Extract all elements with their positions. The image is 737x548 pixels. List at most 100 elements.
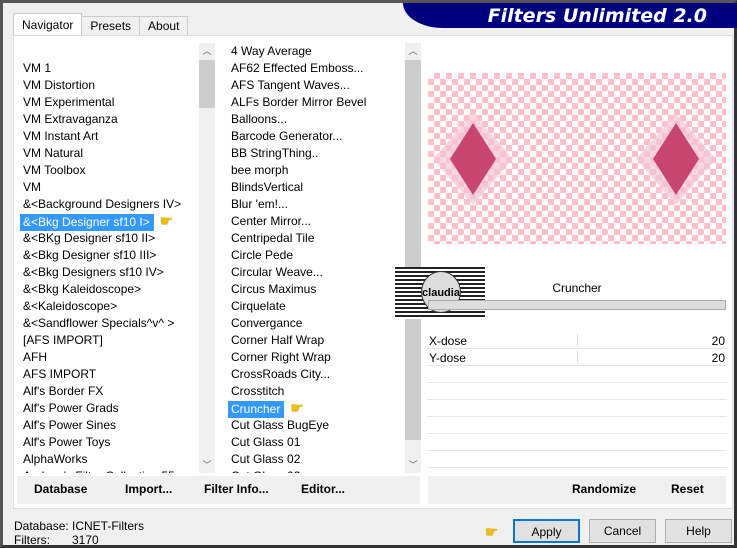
list-item[interactable]: AF62 Effected Emboss... — [227, 60, 405, 77]
list-item-label: Cut Glass 03 — [231, 469, 300, 473]
list-item[interactable]: &<Kaleidoscope> — [19, 298, 199, 315]
list-item[interactable]: AFS IMPORT — [19, 366, 199, 383]
tab-presets[interactable]: Presets — [81, 16, 141, 36]
list-item-label: Corner Right Wrap — [231, 350, 331, 364]
list-item[interactable]: Convergance — [227, 315, 405, 332]
tab-about[interactable]: About — [139, 16, 189, 36]
database-button[interactable]: Database — [34, 482, 87, 496]
param-row-empty — [427, 434, 727, 451]
list-item-label: Circle Pede — [231, 248, 294, 262]
tab-navigator[interactable]: Navigator — [13, 13, 83, 36]
apply-button[interactable]: Apply — [513, 519, 580, 543]
filter-name: Cruncher — [552, 281, 602, 295]
pointing-hand-icon: ☛ — [159, 213, 174, 230]
list-item-label: CrossRoads City... — [231, 367, 331, 381]
list-item[interactable]: Cruncher ☛ — [227, 400, 405, 418]
list-item[interactable]: Alf's Power Toys — [19, 434, 199, 451]
list-item[interactable]: &<BKg Designer sf10 II> — [19, 230, 199, 247]
category-scrollbar[interactable]: ︿ ﹀ — [199, 43, 215, 473]
category-list[interactable]: VM 1 VM Distortion VM Experimental VM Extra… — [19, 43, 199, 473]
list-item[interactable]: Cut Glass 02 — [227, 451, 405, 468]
list-item-label: &<Sandflower Specials^v^ > — [23, 316, 175, 330]
list-item[interactable]: VM — [19, 179, 199, 196]
list-item[interactable]: &<Background Designers IV> — [19, 196, 199, 213]
list-item-label: Blur 'em!... — [231, 197, 288, 211]
list-item[interactable]: Cut Glass 03 — [227, 468, 405, 473]
list-item[interactable]: Circus Maximus — [227, 281, 405, 298]
list-item[interactable]: Balloons... — [227, 111, 405, 128]
list-item-label: AlphaWorks — [23, 452, 88, 466]
editor-button[interactable]: Editor... — [301, 482, 345, 496]
scroll-thumb[interactable] — [405, 60, 421, 440]
scroll-up-icon[interactable]: ︿ — [199, 43, 215, 59]
list-item[interactable]: 4 Way Average — [227, 43, 405, 60]
filter-info-button[interactable]: Filter Info... — [204, 482, 269, 496]
list-item-label: BB StringThing.. — [231, 146, 319, 160]
list-item[interactable]: VM Experimental — [19, 94, 199, 111]
list-item[interactable]: Circular Weave... — [227, 264, 405, 281]
list-item[interactable]: Alf's Power Sines — [19, 417, 199, 434]
import-button[interactable]: Import... — [125, 482, 172, 496]
filter-scrollbar[interactable]: ︿ ﹀ — [405, 43, 421, 473]
list-item-label: bee morph — [231, 163, 289, 177]
list-item-label: Convergance — [231, 316, 303, 330]
scroll-up-icon[interactable]: ︿ — [405, 43, 421, 59]
list-item-label: VM Distortion — [23, 78, 96, 92]
param-value[interactable]: 20 — [712, 351, 725, 365]
list-item-label: VM Natural — [23, 146, 84, 160]
list-item[interactable]: Corner Right Wrap — [227, 349, 405, 366]
list-item[interactable]: Blur 'em!... — [227, 196, 405, 213]
list-item-label: Andrew's Filter Collection 55 — [23, 469, 175, 473]
list-item[interactable]: BlindsVertical — [227, 179, 405, 196]
list-item[interactable]: &<Bkg Designers sf10 IV> — [19, 264, 199, 281]
scroll-down-icon[interactable]: ﹀ — [405, 457, 421, 473]
list-item[interactable]: &<Bkg Designer sf10 III> — [19, 247, 199, 264]
param-row-x-dose[interactable]: X-dose 20 — [427, 332, 727, 349]
cancel-button[interactable]: Cancel — [589, 519, 656, 543]
list-item[interactable]: Circle Pede — [227, 247, 405, 264]
list-item[interactable]: Center Mirror... — [227, 213, 405, 230]
list-item[interactable]: AFH — [19, 349, 199, 366]
randomize-button[interactable]: Randomize — [572, 482, 636, 496]
list-item[interactable]: Barcode Generator... — [227, 128, 405, 145]
list-item[interactable]: &<Sandflower Specials^v^ > — [19, 315, 199, 332]
list-item[interactable]: Alf's Border FX — [19, 383, 199, 400]
list-item[interactable]: Centripedal Tile — [227, 230, 405, 247]
list-item[interactable]: Corner Half Wrap — [227, 332, 405, 349]
list-item[interactable]: Crosstitch — [227, 383, 405, 400]
list-item[interactable]: VM Instant Art — [19, 128, 199, 145]
list-item[interactable]: Andrew's Filter Collection 55 — [19, 468, 199, 473]
filters-unlimited-window: Filters Unlimited 2.0 Navigator Presets … — [0, 0, 737, 548]
list-item[interactable]: Cut Glass 01 — [227, 434, 405, 451]
list-item[interactable]: AlphaWorks — [19, 451, 199, 468]
scroll-thumb[interactable] — [199, 60, 215, 108]
list-item-label: VM — [23, 180, 41, 194]
list-item-label: VM 1 — [23, 61, 52, 75]
list-item[interactable]: VM Toolbox — [19, 162, 199, 179]
list-item-label: &<Bkg Designer sf10 I> — [20, 214, 154, 231]
list-item[interactable]: Cut Glass BugEye — [227, 417, 405, 434]
list-item[interactable]: &<Bkg Designer sf10 I> ☛ — [19, 213, 199, 231]
list-item[interactable]: VM Extravaganza — [19, 111, 199, 128]
list-item-label: AF62 Effected Emboss... — [231, 61, 364, 75]
list-item[interactable]: CrossRoads City... — [227, 366, 405, 383]
filter-list[interactable]: 4 Way Average AF62 Effected Emboss... AFS … — [227, 43, 405, 473]
help-button[interactable]: Help — [665, 519, 732, 543]
list-item[interactable]: VM Distortion — [19, 77, 199, 94]
list-item-label: Balloons... — [231, 112, 288, 126]
list-item[interactable]: &<Bkg Kaleidoscope> — [19, 281, 199, 298]
list-item-label: &<BKg Designer sf10 II> — [23, 231, 156, 245]
param-row-y-dose[interactable]: Y-dose 20 — [427, 349, 727, 366]
list-item[interactable]: Cirquelate — [227, 298, 405, 315]
list-item[interactable]: ALFs Border Mirror Bevel — [227, 94, 405, 111]
scroll-down-icon[interactable]: ﹀ — [199, 457, 215, 473]
list-item[interactable]: [AFS IMPORT] — [19, 332, 199, 349]
list-item[interactable]: bee morph — [227, 162, 405, 179]
param-value[interactable]: 20 — [712, 334, 725, 348]
list-item[interactable]: VM Natural — [19, 145, 199, 162]
list-item[interactable]: VM 1 — [19, 60, 199, 77]
list-item[interactable]: BB StringThing.. — [227, 145, 405, 162]
list-item[interactable]: AFS Tangent Waves... — [227, 77, 405, 94]
list-item[interactable]: Alf's Power Grads — [19, 400, 199, 417]
reset-button[interactable]: Reset — [671, 482, 704, 496]
